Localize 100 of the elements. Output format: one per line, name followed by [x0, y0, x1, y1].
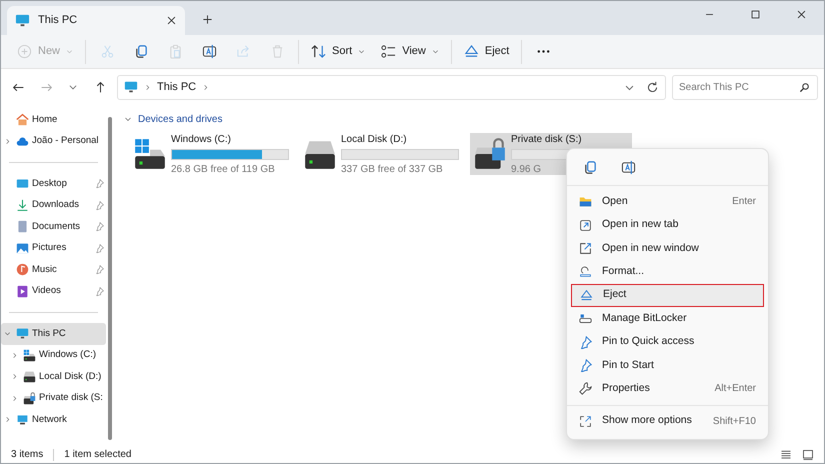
caret-icon: [66, 48, 74, 55]
drive-icon: [23, 348, 36, 362]
wrench-icon: [579, 382, 592, 396]
sidebar-item[interactable]: Network: [1, 409, 106, 430]
copy-icon: [134, 44, 149, 59]
plus-icon: [202, 14, 212, 25]
eject-icon: [580, 288, 593, 302]
share-icon: [236, 44, 251, 59]
chevron-icon: [144, 84, 151, 90]
clipboard-icon: [168, 44, 183, 59]
expand-icon: [579, 414, 592, 428]
scissors-icon: [100, 44, 115, 59]
menu-item[interactable]: Manage BitLocker: [571, 306, 764, 330]
menu-item[interactable]: Open Enter: [571, 190, 764, 214]
sort-icon: [311, 44, 326, 59]
tiles-view-button[interactable]: [802, 448, 814, 460]
eject-icon: [464, 44, 479, 59]
locked-drive-icon: [23, 392, 36, 405]
sidebar-item[interactable]: Downloads: [1, 194, 106, 216]
pin-icon: [95, 265, 104, 274]
drive-name: Private disk (S:): [511, 132, 582, 146]
search-field[interactable]: Search This PC: [672, 74, 818, 100]
address-bar[interactable]: This PC: [117, 74, 666, 100]
tab[interactable]: This PC: [7, 6, 185, 35]
chevron-icon: [4, 416, 10, 424]
search-icon: [799, 82, 810, 92]
chevron-icon: [10, 373, 18, 380]
new-tab-icon: [579, 218, 592, 232]
free-space-text: 9.96 G: [511, 162, 542, 176]
sidebar-item[interactable]: Windows (C:): [1, 344, 106, 366]
free-space-text: 337 GB free of 337 GB: [341, 162, 443, 176]
desktop-icon: [16, 177, 29, 190]
chevron-icon: [124, 115, 132, 123]
rename-icon: [620, 160, 636, 174]
tiles-view-icon: [802, 448, 814, 460]
plus-circle-icon: [17, 44, 32, 59]
caret-icon: [432, 48, 439, 55]
eject-button[interactable]: Eject: [456, 38, 518, 66]
section-header[interactable]: Devices and drives: [124, 111, 814, 127]
pin-icon: [95, 200, 104, 210]
menu-item[interactable]: Show more options Shift+F10: [571, 410, 764, 433]
format-icon: [579, 265, 592, 278]
pin-icon: [579, 336, 592, 349]
drive-tile[interactable]: Windows (C:) 26.8 GB free of 119 GB: [130, 133, 292, 175]
pin-icon: [95, 222, 104, 232]
sidebar-item[interactable]: Pictures: [1, 238, 106, 259]
cloud-icon: [16, 134, 29, 148]
video-icon: [16, 284, 29, 298]
menu-item[interactable]: Pin to Quick access: [571, 330, 764, 354]
status-text: 3 items: [11, 448, 44, 462]
locked-drive-icon: [473, 137, 507, 171]
sidebar-item[interactable]: Private disk (S:: [1, 388, 106, 409]
sidebar-item[interactable]: Home: [1, 109, 106, 130]
sidebar-item[interactable]: This PC: [1, 323, 106, 344]
download-icon: [16, 198, 29, 212]
menu-item[interactable]: Format...: [571, 260, 764, 284]
sidebar-item[interactable]: Videos: [1, 280, 106, 302]
menu-item[interactable]: Open in new tab: [571, 213, 764, 237]
sidebar-item[interactable]: Documents: [1, 216, 106, 238]
pin-icon: [95, 286, 104, 296]
pin-icon: [95, 179, 104, 188]
free-space-text: 26.8 GB free of 119 GB: [171, 162, 275, 176]
refresh-button[interactable]: [646, 80, 659, 94]
picture-icon: [16, 242, 29, 255]
drive-name: Windows (C:): [171, 132, 232, 146]
caret-icon: [358, 48, 366, 55]
menu-item[interactable]: Properties Alt+Enter: [571, 377, 764, 401]
sidebar-item[interactable]: Music: [1, 259, 106, 280]
drive-icon: [133, 137, 167, 171]
house-icon: [16, 113, 29, 126]
sidebar-item[interactable]: João - Personal: [1, 130, 106, 152]
folder-icon: [579, 195, 592, 208]
chevron-icon: [202, 84, 210, 90]
status-text: 1 item selected: [64, 448, 132, 462]
monitor-icon: [15, 13, 30, 28]
copy-icon: [582, 160, 598, 174]
scrollbar-thumb[interactable]: [108, 117, 112, 440]
network-icon: [16, 413, 29, 426]
view-list-icon: [381, 44, 396, 59]
music-icon: [16, 263, 29, 276]
drive-tile[interactable]: Local Disk (D:) 337 GB free of 337 GB: [300, 133, 462, 175]
monitor-icon: [16, 327, 29, 340]
view-button[interactable]: View: [373, 38, 447, 66]
menu-item[interactable]: Open in new window: [571, 236, 764, 260]
close-icon: [796, 9, 806, 20]
breadcrumb-item[interactable]: This PC: [157, 78, 196, 96]
menu-item[interactable]: Pin to Start: [571, 354, 764, 378]
sort-button[interactable]: Sort: [303, 38, 374, 66]
sidebar-item[interactable]: Desktop: [1, 173, 106, 194]
menu-item[interactable]: Eject: [571, 284, 764, 307]
details-view-button[interactable]: [780, 448, 792, 460]
refresh-icon: [646, 80, 659, 94]
maximize-icon: [750, 9, 760, 20]
chevron-icon: [10, 352, 18, 359]
sidebar-item[interactable]: Local Disk (D:): [1, 366, 106, 388]
close-icon: [166, 15, 177, 26]
close-tab-button[interactable]: [166, 15, 177, 26]
new-window-icon: [579, 242, 592, 255]
chevron-icon: [10, 394, 18, 402]
drive-name: Local Disk (D:): [341, 132, 407, 146]
